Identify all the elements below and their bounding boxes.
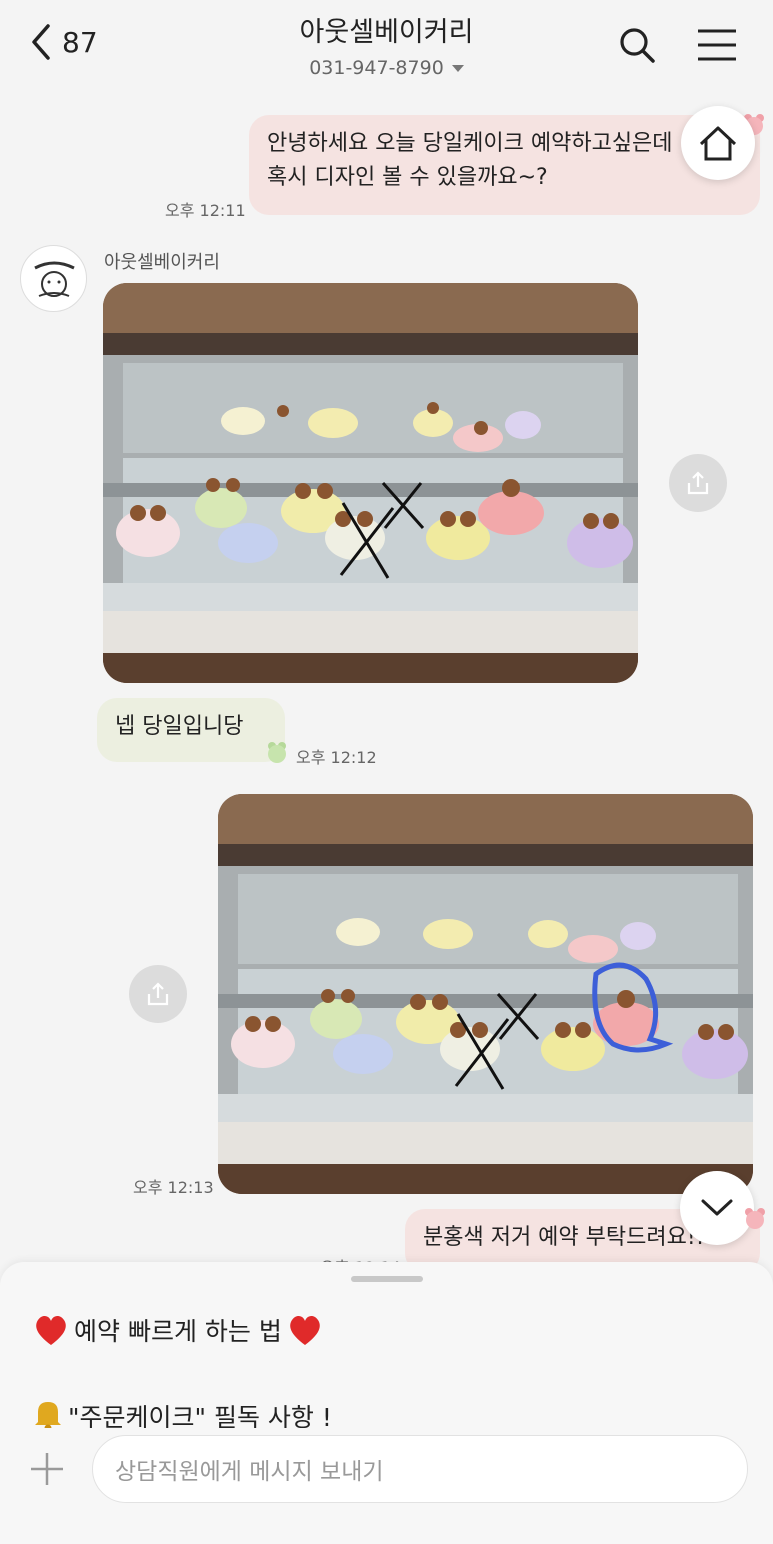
message-text: 안녕하세요 오늘 당일케이크 예약하고싶은데	[267, 131, 673, 156]
plus-icon[interactable]	[28, 1450, 66, 1488]
message-text: 혹시 디자인 볼 수 있을까요~?	[267, 165, 548, 190]
bakery-logo-icon	[34, 261, 75, 297]
message-time: 오후 12:11	[165, 201, 246, 220]
share-icon	[147, 982, 169, 1006]
heart-icon	[36, 1315, 66, 1345]
phone-dropdown[interactable]: 031-947-8790	[309, 57, 464, 79]
sender-name: 아웃셀베이커리	[104, 252, 220, 273]
chevron-down-icon	[701, 1199, 733, 1216]
cake-display-photo-marked[interactable]	[218, 794, 753, 1194]
bell-icon	[35, 1402, 61, 1428]
phone-number: 031-947-8790	[309, 57, 444, 79]
hamburger-menu-icon[interactable]	[696, 28, 738, 62]
home-icon	[699, 126, 737, 161]
bear-sticker-icon	[745, 1208, 765, 1229]
received-message-bubble[interactable]: 넵 당일입니당	[97, 698, 285, 762]
cake-display-photo[interactable]	[103, 283, 638, 683]
notice-text: "주문케이크" 필독 사항 !	[68, 1403, 332, 1428]
heart-icon	[290, 1315, 320, 1345]
message-text: 넵 당일입니당	[115, 714, 244, 739]
notice-item-fast-reservation[interactable]: 예약 빠르게 하는 법	[32, 1312, 324, 1348]
chat-title-block: 아웃셀베이커리 031-947-8790	[0, 10, 773, 79]
sheet-handle[interactable]	[351, 1276, 423, 1282]
message-input[interactable]: 상담직원에게 메시지 보내기	[92, 1435, 748, 1503]
caret-down-icon	[451, 64, 464, 72]
search-icon[interactable]	[618, 26, 656, 64]
bakery-avatar[interactable]	[20, 245, 87, 312]
message-input-placeholder: 상담직원에게 메시지 보내기	[115, 1459, 384, 1485]
share-button[interactable]	[129, 965, 187, 1023]
cake-showcase-image	[218, 794, 753, 1194]
home-button[interactable]	[681, 106, 755, 180]
notice-text: 예약 빠르게 하는 법	[74, 1317, 282, 1346]
notice-item-custom-cake[interactable]: "주문케이크" 필독 사항 !	[32, 1398, 332, 1428]
message-time: 오후 12:13	[133, 1178, 214, 1197]
frog-sticker-icon	[268, 742, 286, 763]
message-time: 오후 12:12	[296, 748, 377, 767]
share-button[interactable]	[669, 454, 727, 512]
share-icon	[687, 471, 709, 495]
cake-showcase-image	[103, 283, 638, 683]
chat-header: 87 아웃셀베이커리 031-947-8790	[0, 0, 773, 90]
chat-title: 아웃셀베이커리	[299, 17, 474, 48]
